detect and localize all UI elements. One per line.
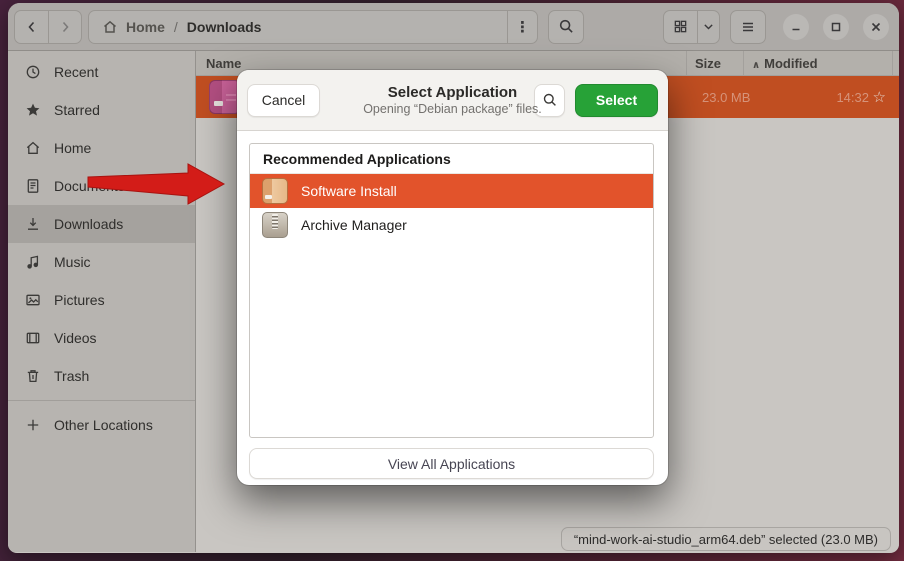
path-menu-button[interactable]: ⋮ (507, 11, 537, 43)
chevron-down-icon (702, 20, 715, 33)
sidebar-item-label: Other Locations (54, 417, 153, 433)
chevron-left-icon (24, 19, 40, 35)
minimize-button[interactable] (783, 14, 809, 40)
path-bar[interactable]: Home / Downloads ⋮ (88, 10, 538, 44)
breadcrumb-root[interactable]: Home (126, 19, 165, 35)
music-note-icon (25, 254, 41, 270)
view-switcher (663, 10, 720, 44)
dialog-header: Cancel Select Application Opening “Debia… (237, 70, 668, 131)
dots-menu-icon: ⋮ (515, 18, 530, 36)
column-header-modified[interactable]: ∧Modified (744, 56, 892, 71)
breadcrumb-separator: / (174, 19, 178, 35)
hamburger-menu-button[interactable] (730, 10, 766, 44)
sidebar-item-label: Recent (54, 64, 98, 80)
column-header-name[interactable]: Name (196, 56, 686, 71)
sidebar-divider (8, 400, 195, 401)
star-icon (25, 102, 41, 118)
view-options-button[interactable] (697, 10, 720, 44)
sidebar-item-downloads[interactable]: Downloads (8, 205, 195, 243)
column-header-size[interactable]: Size (687, 56, 743, 71)
select-button[interactable]: Select (575, 84, 658, 117)
sidebar-item-label: Videos (54, 330, 97, 346)
home-icon (25, 140, 41, 156)
close-button[interactable] (863, 14, 889, 40)
breadcrumb-current[interactable]: Downloads (187, 19, 262, 35)
grid-view-button[interactable] (663, 10, 697, 44)
sidebar-item-documents[interactable]: Documents (8, 167, 195, 205)
sidebar-item-label: Home (54, 140, 91, 156)
dialog-title: Select Application (323, 84, 583, 101)
sidebar-item-label: Starred (54, 102, 100, 118)
view-all-applications-button[interactable]: View All Applications (249, 448, 654, 479)
picture-icon (25, 292, 41, 308)
sidebar-item-starred[interactable]: Starred (8, 91, 195, 129)
sidebar: Recent Starred Home Documents Downloads … (8, 51, 196, 552)
app-row-archive-manager[interactable]: Archive Manager (250, 208, 653, 242)
sidebar-item-pictures[interactable]: Pictures (8, 281, 195, 319)
history-nav (14, 10, 82, 44)
sidebar-item-label: Music (54, 254, 91, 270)
chevron-right-icon (57, 19, 73, 35)
maximize-icon (830, 21, 842, 33)
select-application-dialog: Cancel Select Application Opening “Debia… (237, 70, 668, 485)
sidebar-item-trash[interactable]: Trash (8, 357, 195, 395)
sidebar-item-home[interactable]: Home (8, 129, 195, 167)
grid-view-icon (673, 19, 688, 34)
status-bar: “mind-work-ai-studio_arm64.deb” selected… (561, 527, 891, 551)
sidebar-item-label: Documents (54, 178, 125, 194)
trash-icon (25, 368, 41, 384)
file-size-cell: 23.0 MB (694, 90, 751, 105)
window-controls (783, 14, 889, 40)
app-row-software-install[interactable]: Software Install (250, 174, 653, 208)
sort-ascending-icon: ∧ (752, 60, 760, 71)
hamburger-icon (740, 19, 756, 35)
back-button[interactable] (14, 10, 48, 44)
application-list: Recommended Applications Software Instal… (249, 143, 654, 438)
sidebar-item-label: Trash (54, 368, 89, 384)
sidebar-item-recent[interactable]: Recent (8, 53, 195, 91)
dialog-title-block: Select Application Opening “Debian packa… (323, 84, 583, 116)
minimize-icon (790, 21, 802, 33)
archive-zip-icon (262, 212, 288, 238)
document-icon (25, 178, 41, 194)
recommended-section-header: Recommended Applications (250, 144, 653, 174)
deb-package-icon (262, 178, 288, 204)
film-icon (25, 330, 41, 346)
star-outline-icon[interactable]: ☆ (873, 88, 886, 106)
app-name: Archive Manager (301, 217, 407, 233)
dialog-body: Recommended Applications Software Instal… (237, 131, 668, 485)
sidebar-item-music[interactable]: Music (8, 243, 195, 281)
dialog-subtitle: Opening “Debian package” files. (323, 102, 583, 116)
headerbar: Home / Downloads ⋮ (8, 3, 899, 51)
close-icon (870, 21, 882, 33)
cancel-button[interactable]: Cancel (247, 84, 320, 117)
app-name: Software Install (301, 183, 397, 199)
download-icon (25, 216, 41, 232)
maximize-button[interactable] (823, 14, 849, 40)
sidebar-item-label: Downloads (54, 216, 123, 232)
forward-button[interactable] (48, 10, 82, 44)
clock-icon (25, 64, 41, 80)
plus-icon (25, 417, 41, 433)
home-icon (102, 19, 118, 35)
sidebar-item-label: Pictures (54, 292, 105, 308)
sidebar-item-other-locations[interactable]: Other Locations (8, 406, 195, 444)
column-divider (892, 51, 893, 75)
sidebar-item-videos[interactable]: Videos (8, 319, 195, 357)
search-button[interactable] (548, 10, 584, 44)
search-icon (558, 18, 575, 35)
status-text: “mind-work-ai-studio_arm64.deb” selected… (574, 532, 878, 547)
